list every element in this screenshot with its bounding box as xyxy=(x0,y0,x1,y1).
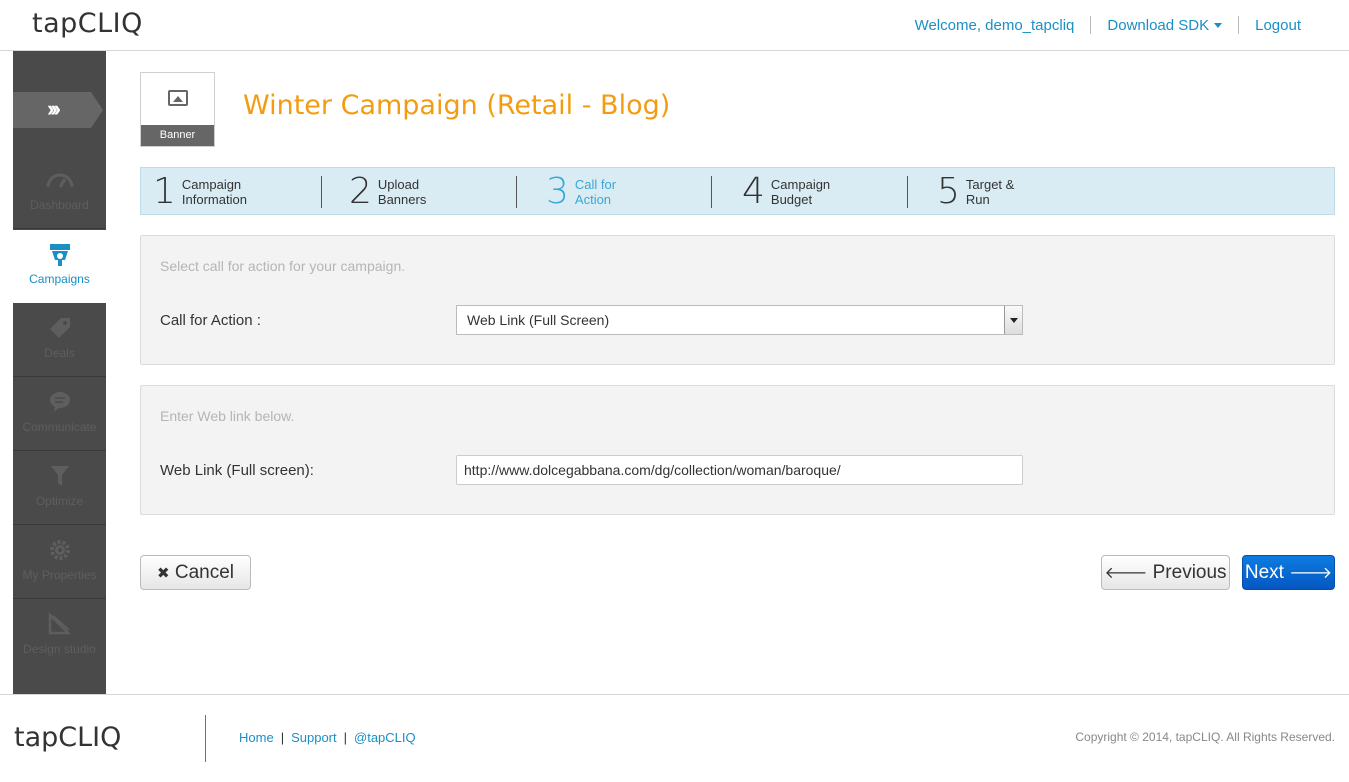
footer: tapCLIQ Home | Support | @tapCLIQ Copyright … xyxy=(0,695,1349,782)
download-sdk-label: Download SDK xyxy=(1107,16,1210,34)
web-link-panel: Enter Web link below. Web Link (Full scr… xyxy=(140,385,1335,515)
campaign-type-thumbnail: Banner xyxy=(140,72,215,147)
dropdown-arrow-icon[interactable] xyxy=(1004,306,1022,334)
call-for-action-label: Call for Action : xyxy=(160,312,261,329)
step-label: Call for xyxy=(574,177,617,192)
footer-home-link[interactable]: Home xyxy=(239,730,274,745)
campaign-type-label: Banner xyxy=(141,125,214,146)
step-number: 1 xyxy=(153,171,176,212)
step-label: Banners xyxy=(377,192,427,207)
brand-logo[interactable]: tapCLIQ xyxy=(32,8,143,39)
step-number: 2 xyxy=(349,171,372,212)
chat-icon xyxy=(45,390,75,414)
step-label: Budget xyxy=(770,192,813,207)
top-header: tapCLIQ Welcome, demo_tapcliq Download S… xyxy=(0,0,1349,51)
footer-vertical-divider xyxy=(205,715,206,762)
step-target-run[interactable]: 5 Target & Run xyxy=(937,174,1056,210)
step-number: 4 xyxy=(742,171,765,212)
previous-label: Previous xyxy=(1152,562,1227,583)
top-nav: Welcome, demo_tapcliq Download SDK Logou… xyxy=(915,16,1301,34)
step-upload-banners[interactable]: 2 Upload Banners xyxy=(349,174,468,210)
page-title: Winter Campaign (Retail - Blog) xyxy=(243,90,671,121)
step-divider xyxy=(907,176,908,208)
sidebar-item-label: Communicate xyxy=(22,420,97,434)
sidebar-item-design-studio[interactable]: Design studio xyxy=(13,600,106,673)
sidebar-item-label: Dashboard xyxy=(30,198,89,212)
sidebar-item-label: Campaigns xyxy=(29,272,90,286)
step-label: Action xyxy=(574,192,612,207)
sidebar-item-deals[interactable]: Deals xyxy=(13,304,106,377)
step-label: Campaign xyxy=(770,177,831,192)
arrow-left-icon: 🡐 xyxy=(1104,565,1148,582)
footer-twitter-link[interactable]: @tapCLIQ xyxy=(354,730,416,745)
web-link-label: Web Link (Full screen): xyxy=(160,462,314,479)
previous-button[interactable]: 🡐 Previous xyxy=(1101,555,1230,590)
web-link-input[interactable]: http://www.dolcegabbana.com/dg/collectio… xyxy=(456,455,1023,485)
sidebar-item-label: My Properties xyxy=(22,568,97,582)
step-label: Campaign xyxy=(181,177,242,192)
logout-link[interactable]: Logout xyxy=(1255,17,1301,34)
step-divider xyxy=(516,176,517,208)
footer-links: Home | Support | @tapCLIQ xyxy=(239,730,416,745)
panel-hint: Select call for action for your campaign… xyxy=(160,258,406,274)
next-label: Next xyxy=(1244,562,1284,583)
sidebar-toggle-button[interactable]: ››› xyxy=(13,92,103,128)
sidebar-item-dashboard[interactable]: Dashboard xyxy=(13,156,106,229)
step-campaign-information[interactable]: 1 Campaign Information xyxy=(153,174,272,210)
gear-icon xyxy=(45,538,75,562)
step-call-for-action[interactable]: 3 Call for Action xyxy=(546,174,665,210)
arrow-right-icon: 🡒 xyxy=(1289,565,1333,582)
step-divider xyxy=(321,176,322,208)
step-divider xyxy=(711,176,712,208)
wizard-steps: 1 Campaign Information 2 Upload Banners 3 … xyxy=(140,167,1335,215)
step-number: 3 xyxy=(546,171,569,212)
call-for-action-select[interactable]: Web Link (Full Screen) xyxy=(456,305,1023,335)
sidebar-item-campaigns[interactable]: Campaigns xyxy=(13,230,106,303)
welcome-user-link[interactable]: Welcome, demo_tapcliq xyxy=(915,17,1075,34)
download-sdk-dropdown[interactable]: Download SDK xyxy=(1107,16,1223,34)
nav-divider xyxy=(1238,16,1240,34)
step-label: Target & xyxy=(965,177,1015,192)
call-for-action-panel: Select call for action for your campaign… xyxy=(140,235,1335,365)
gauge-icon xyxy=(45,168,75,192)
step-label: Run xyxy=(965,192,990,207)
sidebar-item-label: Design studio xyxy=(23,642,96,656)
panel-hint: Enter Web link below. xyxy=(160,408,295,424)
image-icon xyxy=(168,90,188,106)
chevrons-right-icon: ››› xyxy=(47,96,61,121)
nav-divider xyxy=(1090,16,1092,34)
funnel-icon xyxy=(45,464,75,488)
tag-icon xyxy=(45,316,75,340)
step-label: Upload xyxy=(377,177,420,192)
step-campaign-budget[interactable]: 4 Campaign Budget xyxy=(742,174,861,210)
next-button[interactable]: Next 🡒 xyxy=(1242,555,1335,590)
sidebar: ››› Dashboard Campaigns Deals Communicat… xyxy=(13,51,106,694)
footer-logo[interactable]: tapCLIQ xyxy=(14,722,121,753)
step-label: Information xyxy=(181,192,247,207)
sidebar-item-communicate[interactable]: Communicate xyxy=(13,378,106,451)
copyright-text: Copyright © 2014, tapCLIQ. All Rights Re… xyxy=(1075,730,1335,744)
sidebar-item-optimize[interactable]: Optimize xyxy=(13,452,106,525)
step-number: 5 xyxy=(937,171,960,212)
design-icon xyxy=(45,611,75,636)
cancel-label: Cancel xyxy=(174,562,234,583)
caret-down-icon xyxy=(1214,23,1223,29)
campaign-icon xyxy=(45,242,75,266)
close-icon: ✖ xyxy=(156,565,170,582)
selected-value: Web Link (Full Screen) xyxy=(467,312,610,328)
sidebar-item-label: Optimize xyxy=(35,494,84,508)
footer-support-link[interactable]: Support xyxy=(291,730,337,745)
sidebar-item-label: Deals xyxy=(44,346,75,360)
sidebar-item-my-properties[interactable]: My Properties xyxy=(13,526,106,599)
cancel-button[interactable]: ✖ Cancel xyxy=(140,555,251,590)
